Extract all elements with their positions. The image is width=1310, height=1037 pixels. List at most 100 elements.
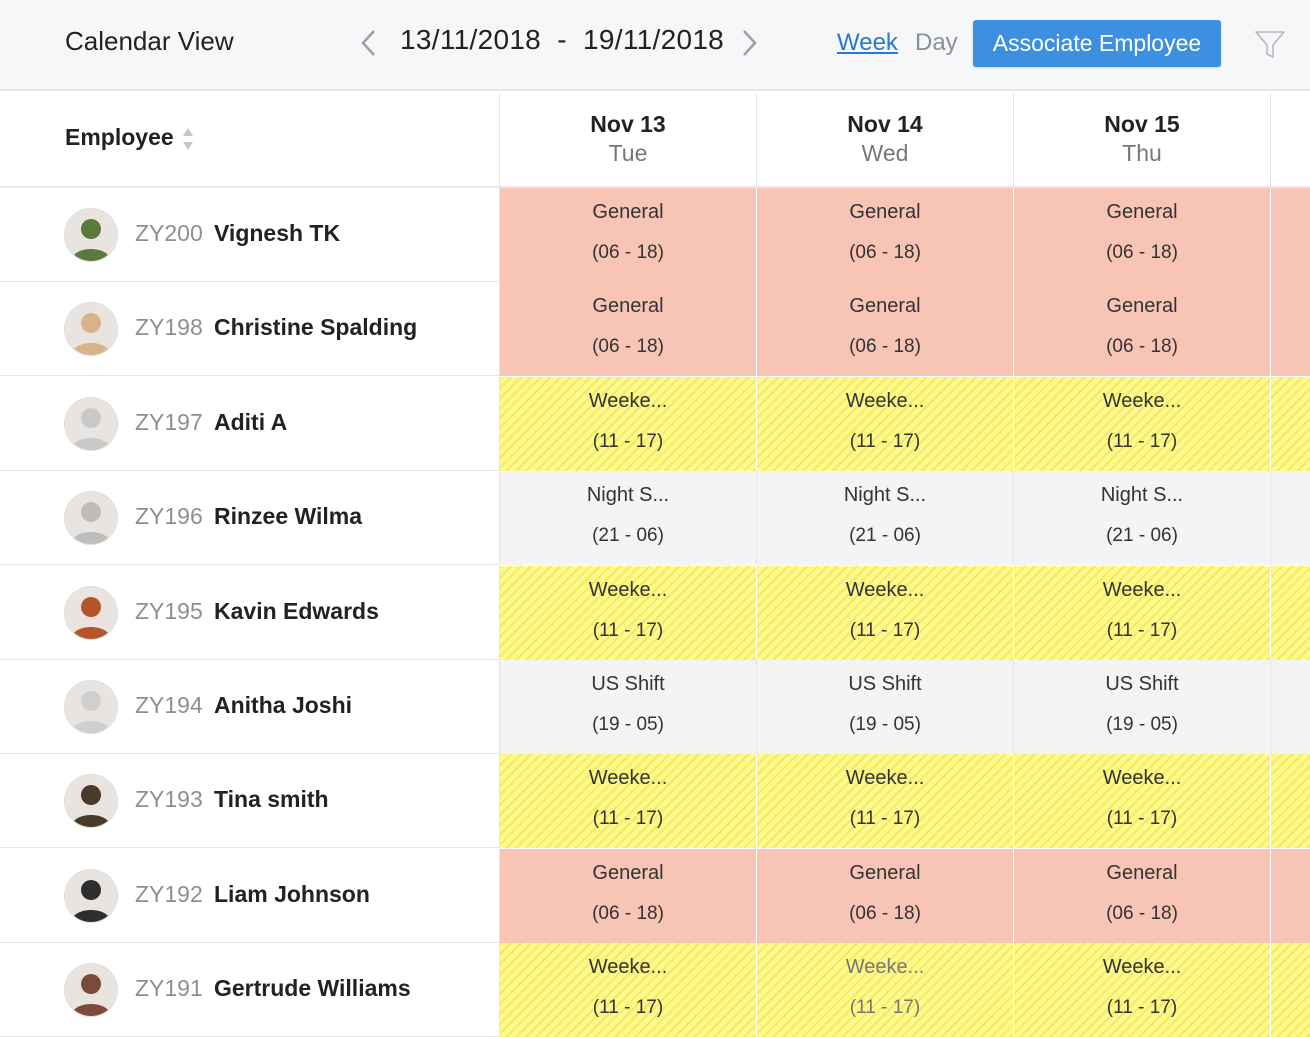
shift-cell-partial[interactable] [1271, 943, 1310, 1037]
table-row: ZY197 Aditi A Weeke... (11 - 17) Weeke... (11… [0, 376, 1310, 471]
shift-cell[interactable]: General (06 - 18) [757, 282, 1014, 377]
shift-cell[interactable]: US Shift (19 - 05) [1014, 660, 1271, 754]
shift-name: Weeke... [845, 389, 925, 412]
shift-cell[interactable]: Weeke... (11 - 17) [757, 754, 1014, 849]
employee-header-label: Employee [65, 124, 174, 150]
shift-name: General [849, 295, 921, 318]
shift-cell[interactable]: Weeke... (11 - 17) [500, 376, 757, 471]
shift-cell[interactable]: Weeke... (11 - 17) [1014, 943, 1271, 1037]
shift-name: Weeke... [588, 767, 668, 790]
employee-name: Vignesh TK [214, 220, 341, 246]
shift-cell[interactable]: Weeke... (11 - 17) [500, 754, 757, 849]
employee-cell[interactable]: ZY195 Kavin Edwards [0, 565, 500, 660]
day-header-2: Nov 15 Thu [1014, 93, 1271, 188]
shift-cell[interactable]: General (06 - 18) [757, 188, 1014, 282]
shift-cell[interactable]: Weeke... (11 - 17) [500, 565, 757, 660]
employee-cell[interactable]: ZY198 Christine Spalding [0, 282, 500, 377]
shift-cell[interactable]: General (06 - 18) [757, 848, 1014, 943]
avatar-icon [65, 397, 117, 450]
shift-cell-partial[interactable] [1271, 848, 1310, 943]
avatar [65, 775, 117, 828]
shift-time: (06 - 18) [849, 336, 921, 358]
employee-cell[interactable]: ZY196 Rinzee Wilma [0, 471, 500, 566]
shift-cell[interactable]: Weeke... (11 - 17) [1014, 376, 1271, 471]
employee-id: ZY193 [135, 786, 203, 813]
shift-cell[interactable]: Weeke... (11 - 17) [757, 376, 1014, 471]
shift-cell[interactable]: US Shift (19 - 05) [757, 660, 1014, 754]
week-view-link[interactable]: Week [837, 29, 898, 57]
table-row: ZY198 Christine Spalding General (06 - 18) G… [0, 282, 1310, 377]
shift-time: (06 - 18) [592, 336, 664, 358]
employee-name: Kavin Edwards [214, 597, 379, 624]
sort-icon[interactable] [181, 126, 195, 152]
employee-cell[interactable]: ZY194 Anitha Joshi [0, 660, 500, 754]
shift-cell[interactable]: Weeke... (11 - 17) [757, 943, 1014, 1037]
shift-cell-partial[interactable] [1271, 282, 1310, 377]
avatar [65, 492, 117, 545]
employee-name: Anitha Joshi [214, 692, 353, 718]
shift-cell[interactable]: Weeke... (11 - 17) [757, 565, 1014, 660]
employee-name: Rinzee Wilma [214, 503, 363, 530]
shift-cell[interactable]: Weeke... (11 - 17) [1014, 754, 1271, 849]
shift-cell-partial[interactable] [1271, 376, 1310, 471]
employee-cell[interactable]: ZY197 Aditi A [0, 376, 500, 471]
employee-cell[interactable]: ZY191 Gertrude Williams [0, 943, 500, 1037]
shift-time: (11 - 17) [592, 619, 664, 641]
avatar [65, 869, 117, 922]
shift-time: (19 - 05) [849, 714, 921, 735]
avatar-icon [65, 964, 117, 1017]
shift-cell[interactable]: General (06 - 18) [1014, 848, 1271, 943]
shift-cell[interactable]: General (06 - 18) [500, 188, 757, 282]
shift-time: (06 - 18) [592, 902, 664, 924]
employee-column-header[interactable]: Employee [0, 93, 500, 188]
employee-cell[interactable]: ZY200 Vignesh TK [0, 188, 500, 282]
shift-cell[interactable]: General (06 - 18) [500, 282, 757, 377]
shift-cell[interactable]: General (06 - 18) [1014, 188, 1271, 282]
shift-name: Weeke... [1102, 767, 1182, 790]
employee-cell[interactable]: ZY192 Liam Johnson [0, 848, 500, 943]
shift-cell-partial[interactable] [1271, 471, 1310, 566]
shift-cell[interactable]: Night S... (21 - 06) [500, 471, 757, 566]
shift-name: General [592, 201, 664, 223]
filter-icon[interactable] [1254, 28, 1286, 60]
shift-time: (06 - 18) [592, 242, 664, 263]
shift-cell-partial[interactable] [1271, 188, 1310, 282]
associate-employee-button[interactable]: Associate Employee [973, 20, 1221, 67]
previous-week-button[interactable] [353, 27, 383, 59]
table-row: ZY195 Kavin Edwards Weeke... (11 - 17) Weeke… [0, 565, 1310, 660]
shift-cell[interactable]: Night S... (21 - 06) [757, 471, 1014, 566]
day-view-link[interactable]: Day [915, 29, 958, 57]
table-row: ZY196 Rinzee Wilma Night S... (21 - 06) Nigh… [0, 471, 1310, 566]
shift-time: (06 - 18) [1106, 242, 1178, 263]
avatar-icon [65, 303, 117, 356]
table-row: ZY192 Liam Johnson General (06 - 18) General… [0, 848, 1310, 943]
top-bar: Calendar View 13/11/2018 - 19/11/2018 We… [0, 0, 1310, 91]
avatar [65, 209, 117, 261]
shift-cell-partial[interactable] [1271, 660, 1310, 754]
shift-name: Weeke... [845, 767, 925, 790]
day-header-weekday: Tue [608, 140, 648, 166]
avatar [65, 303, 117, 356]
shift-cell[interactable]: US Shift (19 - 05) [500, 660, 757, 754]
shift-cell-partial[interactable] [1271, 565, 1310, 660]
shift-cell[interactable]: Weeke... (11 - 17) [500, 943, 757, 1037]
day-header-date: Nov 14 [847, 111, 923, 137]
shift-cell[interactable]: Night S... (21 - 06) [1014, 471, 1271, 566]
shift-time: (21 - 06) [592, 525, 664, 547]
shift-name: US Shift [1105, 673, 1179, 695]
shift-name: General [1106, 201, 1178, 223]
shift-cell[interactable]: Weeke... (11 - 17) [1014, 565, 1271, 660]
shift-name: General [592, 861, 664, 884]
shift-cell[interactable]: General (06 - 18) [500, 848, 757, 943]
day-header-weekday: Wed [861, 140, 909, 166]
avatar [65, 397, 117, 450]
next-week-button[interactable] [735, 27, 765, 59]
table-row: ZY200 Vignesh TK General (06 - 18) General (0… [0, 188, 1310, 282]
employee-id: ZY198 [135, 314, 203, 341]
employee-cell[interactable]: ZY193 Tina smith [0, 754, 500, 849]
shift-name: General [849, 861, 921, 884]
employee-id: ZY194 [135, 692, 203, 718]
shift-cell[interactable]: General (06 - 18) [1014, 282, 1271, 377]
shift-cell-partial[interactable] [1271, 754, 1310, 849]
avatar [65, 586, 117, 639]
